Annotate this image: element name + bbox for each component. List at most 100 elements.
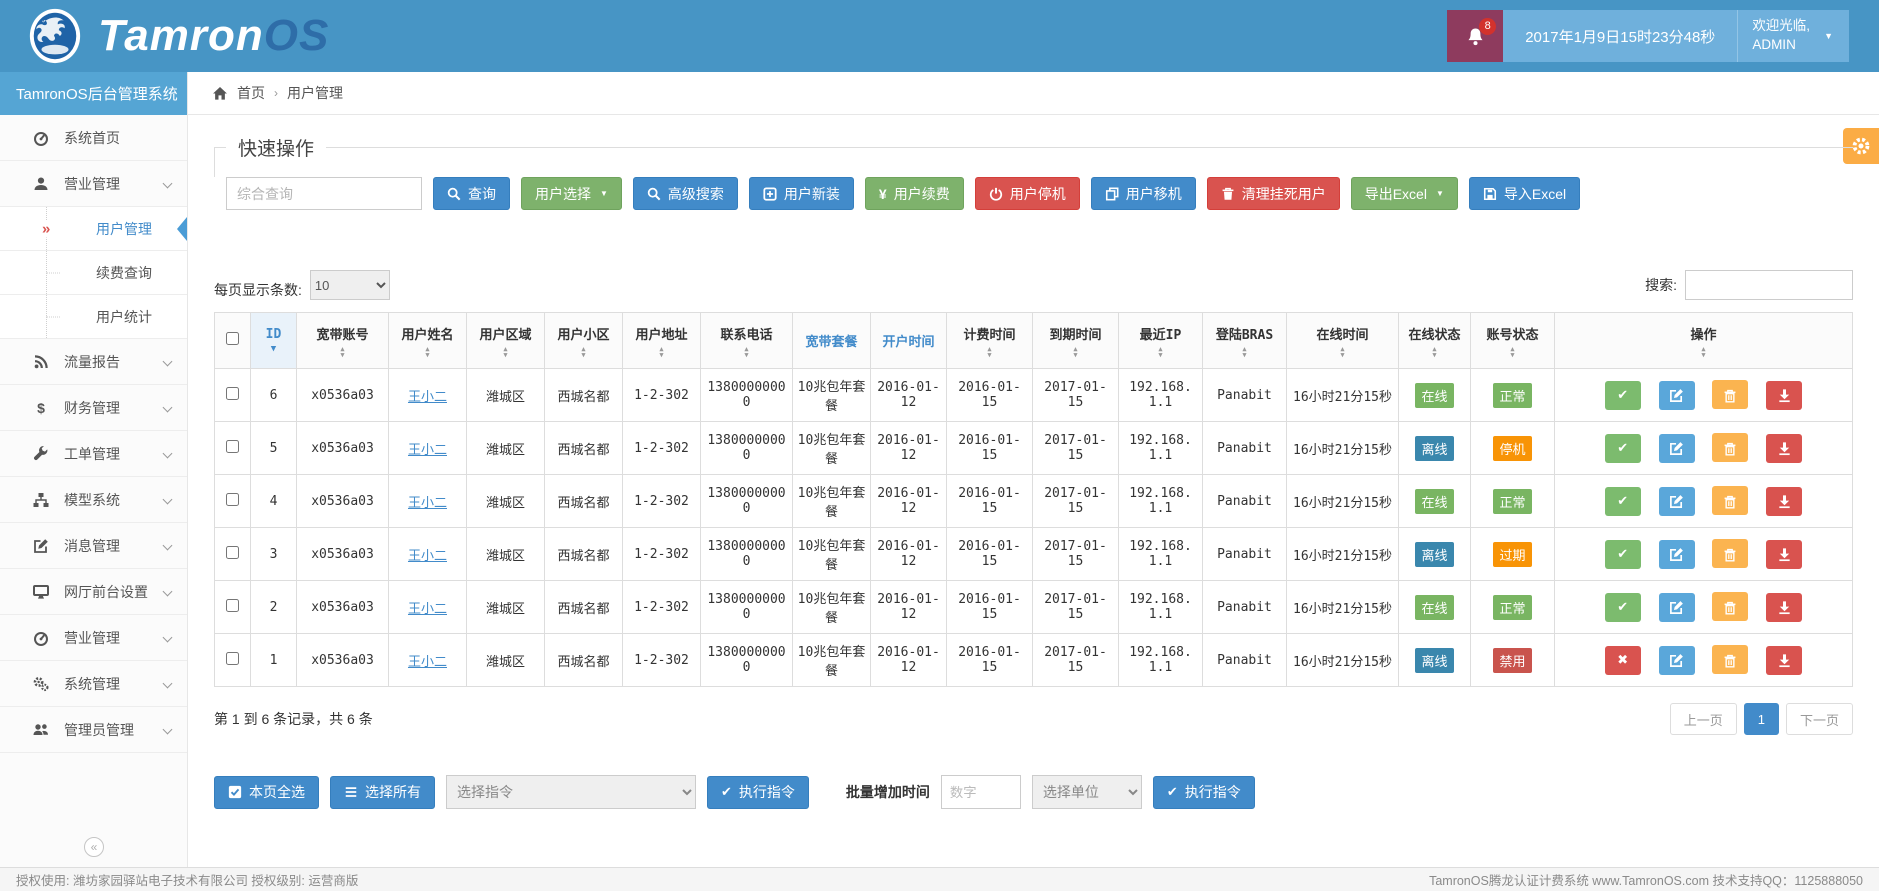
column-header[interactable]: 到期时间 ▲▼ ▼ xyxy=(1033,313,1119,369)
download-user-button[interactable] xyxy=(1766,434,1802,463)
toggle-user-button[interactable]: ✔ xyxy=(1605,434,1641,463)
column-header[interactable]: 账号状态 ▲▼ ▼ xyxy=(1471,313,1555,369)
admin-menu-button[interactable]: 欢迎光临, ADMIN ▼ xyxy=(1737,10,1849,62)
batch-number-input[interactable] xyxy=(941,775,1021,809)
sidebar-collapse-button[interactable]: « xyxy=(84,837,104,857)
sidebar-item[interactable]: 用户统计 xyxy=(0,295,187,339)
edit-user-button[interactable] xyxy=(1659,381,1695,410)
delete-user-button[interactable] xyxy=(1712,433,1748,462)
sidebar-item[interactable]: 系统管理 xyxy=(0,661,187,707)
sidebar-item[interactable]: 工单管理 xyxy=(0,431,187,477)
chevron-down-icon xyxy=(163,449,173,459)
row-checkbox[interactable] xyxy=(226,440,239,453)
toggle-user-button[interactable]: ✖ xyxy=(1605,646,1641,675)
pagination-next-button[interactable]: 下一页 xyxy=(1786,703,1853,735)
row-checkbox[interactable] xyxy=(226,652,239,665)
row-checkbox[interactable] xyxy=(226,546,239,559)
unit-select[interactable]: 选择单位 xyxy=(1032,775,1142,809)
delete-user-button[interactable] xyxy=(1712,645,1748,674)
cell-online-time: 16小时21分15秒 xyxy=(1287,369,1399,422)
user-name-link[interactable]: 王小二 xyxy=(408,443,447,458)
column-header[interactable]: 在线状态 ▲▼ ▼ xyxy=(1399,313,1471,369)
download-user-button[interactable] xyxy=(1766,593,1802,622)
trash-icon xyxy=(1723,440,1737,456)
column-header[interactable]: 计费时间 ▲▼ ▼ xyxy=(947,313,1033,369)
select-all-button[interactable]: 选择所有 xyxy=(330,776,435,809)
column-header[interactable]: 登陆BRAS ▲▼ ▼ xyxy=(1203,313,1287,369)
cell-community: 西城名都 xyxy=(545,528,623,581)
delete-user-button[interactable] xyxy=(1712,380,1748,409)
sidebar-item[interactable]: 营业管理 xyxy=(0,615,187,661)
execute-command-button[interactable]: ✔ 执行指令 xyxy=(707,776,809,809)
edit-user-button[interactable] xyxy=(1659,646,1695,675)
row-checkbox[interactable] xyxy=(226,387,239,400)
delete-user-button[interactable] xyxy=(1712,486,1748,515)
edit-user-button[interactable] xyxy=(1659,434,1695,463)
download-user-button[interactable] xyxy=(1766,487,1802,516)
pagination-page-1-button[interactable]: 1 xyxy=(1744,703,1779,735)
column-header[interactable]: 用户地址 ▲▼ ▼ xyxy=(623,313,701,369)
combined-search-input[interactable] xyxy=(226,177,422,210)
quick-op-button[interactable]: 清理挂死用户 ▼ xyxy=(1207,177,1340,210)
sidebar-item[interactable]: 模型系统 xyxy=(0,477,187,523)
quick-op-button[interactable]: 用户停机 ▼ xyxy=(975,177,1080,210)
pagination-prev-button[interactable]: 上一页 xyxy=(1670,703,1737,735)
per-page-select[interactable]: 10 xyxy=(310,270,390,300)
quick-op-button[interactable]: 用户移机 ▼ xyxy=(1091,177,1196,210)
sidebar-item[interactable]: 消息管理 xyxy=(0,523,187,569)
breadcrumb-home[interactable]: 首页 xyxy=(237,83,265,103)
user-name-link[interactable]: 王小二 xyxy=(408,602,447,617)
column-header[interactable]: 用户区域 ▲▼ ▼ xyxy=(467,313,545,369)
edit-user-button[interactable] xyxy=(1659,540,1695,569)
user-name-link[interactable]: 王小二 xyxy=(408,496,447,511)
quick-op-button[interactable]: 用户选择 ▼ xyxy=(521,177,622,210)
toggle-user-button[interactable]: ✔ xyxy=(1605,593,1641,622)
toggle-user-button[interactable]: ✔ xyxy=(1605,381,1641,410)
column-header[interactable]: 在线时间 ▲▼ ▼ xyxy=(1287,313,1399,369)
quick-op-button[interactable]: 导入Excel ▼ xyxy=(1469,177,1580,210)
sidebar-item[interactable]: 用户管理 xyxy=(0,207,187,251)
sidebar-item[interactable]: 营业管理 xyxy=(0,161,187,207)
column-header[interactable]: 宽带套餐 ▲▼ ▼ xyxy=(793,313,871,369)
select-all-checkbox[interactable] xyxy=(226,332,239,345)
edit-user-button[interactable] xyxy=(1659,487,1695,516)
user-name-link[interactable]: 王小二 xyxy=(408,549,447,564)
sidebar-item[interactable]: $ 财务管理 xyxy=(0,385,187,431)
command-select[interactable]: 选择指令 xyxy=(446,775,696,809)
user-name-link[interactable]: 王小二 xyxy=(408,390,447,405)
cell-community: 西城名都 xyxy=(545,422,623,475)
column-header[interactable]: 用户小区 ▲▼ ▼ xyxy=(545,313,623,369)
row-checkbox[interactable] xyxy=(226,493,239,506)
edit-user-button[interactable] xyxy=(1659,593,1695,622)
column-header[interactable]: 联系电话 ▲▼ ▼ xyxy=(701,313,793,369)
delete-user-button[interactable] xyxy=(1712,592,1748,621)
sidebar-item[interactable]: 网厅前台设置 xyxy=(0,569,187,615)
sidebar-item[interactable]: 流量报告 xyxy=(0,339,187,385)
execute-batch-time-button[interactable]: ✔ 执行指令 xyxy=(1153,776,1255,809)
column-header[interactable]: 用户姓名 ▲▼ ▼ xyxy=(389,313,467,369)
toggle-user-button[interactable]: ✔ xyxy=(1605,487,1641,516)
sidebar-item[interactable]: 系统首页 xyxy=(0,115,187,161)
quick-op-button[interactable]: 高级搜索 ▼ xyxy=(633,177,738,210)
toggle-user-button[interactable]: ✔ xyxy=(1605,540,1641,569)
column-header[interactable]: 宽带账号 ▲▼ ▼ xyxy=(297,313,389,369)
download-user-button[interactable] xyxy=(1766,646,1802,675)
sidebar-item[interactable]: 管理员管理 xyxy=(0,707,187,753)
column-header[interactable]: ID ▲▼ ▼ xyxy=(251,313,297,369)
download-user-button[interactable] xyxy=(1766,381,1802,410)
sidebar-item[interactable]: 续费查询 xyxy=(0,251,187,295)
delete-user-button[interactable] xyxy=(1712,539,1748,568)
quick-op-button[interactable]: 用户新装 ▼ xyxy=(749,177,854,210)
download-user-button[interactable] xyxy=(1766,540,1802,569)
row-checkbox[interactable] xyxy=(226,599,239,612)
column-header[interactable]: 最近IP ▲▼ ▼ xyxy=(1119,313,1203,369)
user-name-link[interactable]: 王小二 xyxy=(408,655,447,670)
column-header[interactable]: 开户时间 ▲▼ ▼ xyxy=(871,313,947,369)
quick-op-button[interactable]: 导出Excel ▼ xyxy=(1351,177,1458,210)
column-header[interactable]: 操作 ▲▼ ▼ xyxy=(1555,313,1853,369)
select-page-button[interactable]: 本页全选 xyxy=(214,776,319,809)
notifications-button[interactable]: 8 xyxy=(1447,10,1503,62)
quick-op-button[interactable]: 查询 ▼ xyxy=(433,177,510,210)
quick-op-button[interactable]: ¥ 用户续费 ▼ xyxy=(865,177,964,210)
table-search-input[interactable] xyxy=(1685,270,1853,300)
